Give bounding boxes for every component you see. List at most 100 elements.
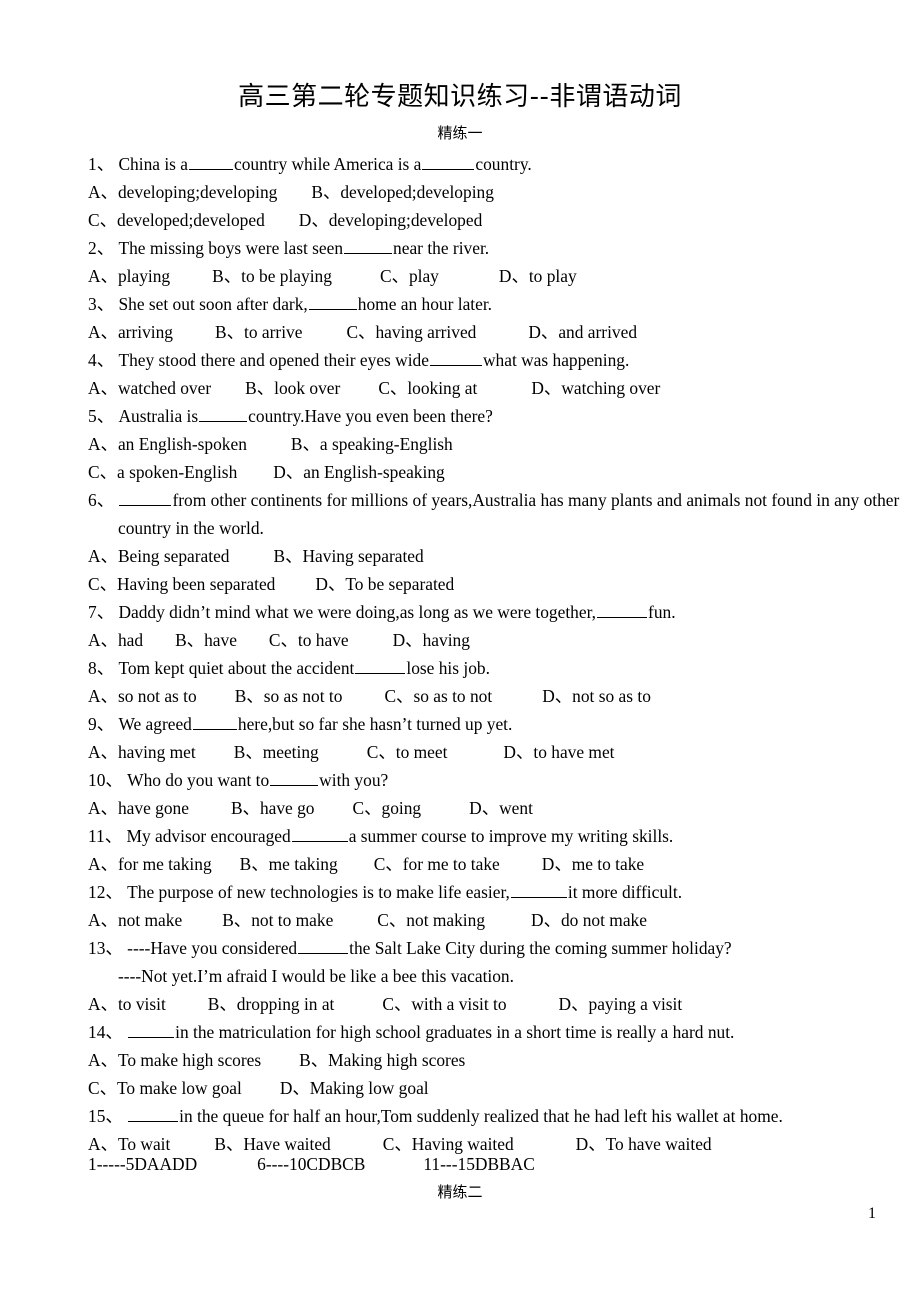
option-label: A、 (88, 182, 118, 202)
option-choice[interactable]: C、having arrived (346, 318, 476, 346)
option-choice[interactable]: B、have (175, 626, 237, 654)
option-choice[interactable]: D、me to take (542, 850, 644, 878)
option-choice[interactable]: C、for me to take (374, 850, 500, 878)
option-choice[interactable]: D、an English-speaking (273, 458, 444, 486)
option-choice[interactable]: D、Making low goal (280, 1074, 429, 1102)
option-choice[interactable]: C、To make low goal (88, 1074, 242, 1102)
stem-spacer (114, 490, 118, 510)
option-choice[interactable]: C、looking at (378, 374, 477, 402)
option-choice[interactable]: D、not so as to (542, 682, 651, 710)
option-choice[interactable]: B、Having separated (274, 542, 424, 570)
option-choice[interactable]: A、having met (88, 738, 196, 766)
stem-spacer (123, 1022, 127, 1042)
question-number: 4、 (88, 350, 115, 370)
option-text: me taking (268, 854, 338, 874)
option-choice[interactable]: C、Having been separated (88, 570, 275, 598)
page-number: 1 (868, 1205, 876, 1222)
option-label: A、 (88, 742, 118, 762)
option-choice[interactable]: B、Making high scores (299, 1046, 465, 1074)
option-choice[interactable]: B、me taking (240, 850, 338, 878)
option-text: having met (117, 742, 196, 762)
option-label: D、 (315, 574, 346, 594)
option-row: A、had B、have C、to have D、having (88, 626, 888, 654)
option-choice[interactable]: C、going (353, 794, 422, 822)
option-choice[interactable]: A、watched over (88, 374, 211, 402)
option-choice[interactable]: C、so as to not (384, 682, 492, 710)
stem-text: country. (475, 154, 532, 174)
question-number: 8、 (88, 658, 115, 678)
option-choice[interactable]: A、Being separated (88, 542, 230, 570)
option-choice[interactable]: A、have gone (88, 794, 189, 822)
option-choice[interactable]: A、arriving (88, 318, 173, 346)
option-choice[interactable]: B、to be playing (212, 262, 332, 290)
option-choice[interactable]: D、went (469, 794, 533, 822)
option-choice[interactable]: B、dropping in at (208, 990, 335, 1018)
option-choice[interactable]: D、To have waited (576, 1130, 712, 1158)
stem-text: in the queue for half an hour,Tom sudden… (179, 1106, 783, 1126)
option-choice[interactable]: C、not making (377, 906, 485, 934)
option-choice[interactable]: A、developing;developing (88, 178, 277, 206)
option-label: B、 (311, 182, 341, 202)
option-choice[interactable]: C、developed;developed (88, 206, 265, 234)
option-label: B、 (245, 378, 275, 398)
option-text: so as not to (263, 686, 343, 706)
option-choice[interactable]: B、look over (245, 374, 340, 402)
option-choice[interactable]: B、so as not to (235, 682, 343, 710)
option-choice[interactable]: D、developing;developed (299, 206, 483, 234)
question-number: 15、 (88, 1106, 123, 1126)
option-choice[interactable]: B、have go (231, 794, 315, 822)
answer-key-group: 11---15DBBAC (423, 1154, 535, 1174)
question-stem: 11、 My advisor encouraged a summer course… (88, 822, 888, 850)
option-text: a spoken-English (117, 462, 238, 482)
option-text: with a visit to (411, 994, 507, 1014)
question-stem: 9、 We agreed here,but so far she hasn’t t… (88, 710, 888, 738)
option-choice[interactable]: A、to visit (88, 990, 166, 1018)
option-choice[interactable]: D、to have met (503, 738, 614, 766)
option-choice[interactable]: B、to arrive (215, 318, 302, 346)
option-label: A、 (88, 266, 118, 286)
option-choice[interactable]: B、not to make (222, 906, 333, 934)
question-stem: 1、 China is a country while America is a c… (88, 150, 888, 178)
option-label: C、 (352, 798, 382, 818)
option-choice[interactable]: C、with a visit to (382, 990, 506, 1018)
question-block: 10、 Who do you want to with you? A、have go… (88, 766, 888, 822)
option-label: A、 (88, 798, 118, 818)
answer-blank (344, 236, 393, 254)
option-row: C、developed;developed D、developing;develo… (88, 206, 888, 234)
option-choice[interactable]: D、paying a visit (559, 990, 683, 1018)
option-text: To make high scores (117, 1050, 262, 1070)
option-choice[interactable]: B、meeting (234, 738, 319, 766)
option-label: B、 (207, 994, 237, 1014)
option-choice[interactable]: C、to have (269, 626, 349, 654)
option-choice[interactable]: A、To make high scores (88, 1046, 261, 1074)
option-text: for me to take (402, 854, 500, 874)
option-choice[interactable]: B、developed;developing (311, 178, 494, 206)
option-label: A、 (88, 378, 118, 398)
option-text: Being separated (117, 546, 230, 566)
stem-text: ----Have you considered (127, 938, 298, 958)
option-choice[interactable]: C、play (380, 262, 439, 290)
option-text: Making high scores (328, 1050, 466, 1070)
option-label: A、 (88, 322, 118, 342)
option-choice[interactable]: A、not make (88, 906, 182, 934)
option-choice[interactable]: D、and arrived (528, 318, 637, 346)
option-text: To have waited (605, 1134, 712, 1154)
answer-blank (128, 1020, 175, 1038)
option-choice[interactable]: A、had (88, 626, 143, 654)
option-choice[interactable]: D、do not make (531, 906, 647, 934)
stem-text: Who do you want to (127, 770, 270, 790)
option-choice[interactable]: A、for me taking (88, 850, 212, 878)
option-choice[interactable]: B、a speaking-English (291, 430, 453, 458)
option-row: A、so not as to B、so as not to C、so as to n… (88, 682, 888, 710)
option-choice[interactable]: D、To be separated (315, 570, 454, 598)
option-choice[interactable]: D、watching over (531, 374, 660, 402)
option-text: look over (274, 378, 341, 398)
option-choice[interactable]: C、to meet (367, 738, 448, 766)
option-choice[interactable]: C、a spoken-English (88, 458, 237, 486)
option-choice[interactable]: D、having (393, 626, 470, 654)
option-choice[interactable]: D、to play (499, 262, 577, 290)
option-choice[interactable]: A、an English-spoken (88, 430, 247, 458)
option-choice[interactable]: A、so not as to (88, 682, 197, 710)
question-number: 14、 (88, 1022, 123, 1042)
option-choice[interactable]: A、playing (88, 262, 170, 290)
